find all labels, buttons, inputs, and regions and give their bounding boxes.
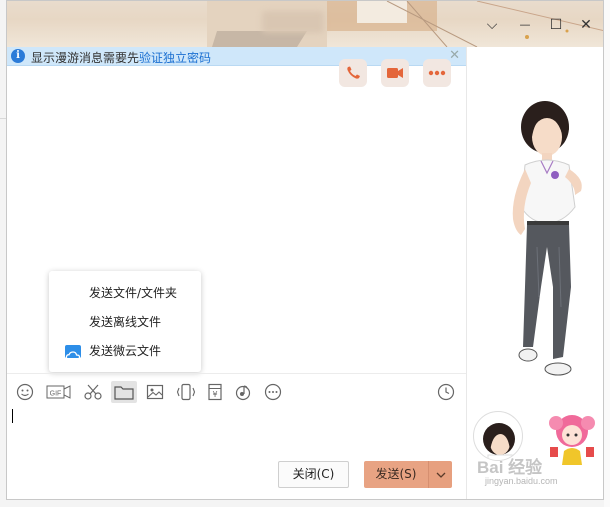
- verify-password-link[interactable]: 验证独立密码: [139, 51, 211, 65]
- music-icon[interactable]: [234, 383, 252, 401]
- menu-dropdown-icon[interactable]: ⌵: [485, 18, 499, 32]
- folder-icon: [114, 386, 134, 400]
- notice-message: 显示漫游消息需要先验证独立密码: [31, 49, 211, 66]
- send-file-button[interactable]: [111, 381, 137, 403]
- menu-item-send-weiyun-file[interactable]: 发送微云文件: [49, 338, 201, 364]
- red-packet-button[interactable]: ¥: [207, 383, 223, 401]
- gif-label: GIF: [50, 391, 62, 398]
- more-circle-icon[interactable]: [264, 383, 282, 401]
- menu-item-send-offline-file[interactable]: 发送离线文件: [49, 309, 201, 335]
- contact-name-blurred: [262, 11, 324, 33]
- message-input[interactable]: [7, 401, 466, 455]
- watermark-text: Bai 经验: [477, 458, 543, 477]
- menu-item-send-file-folder[interactable]: 发送文件/文件夹: [49, 280, 201, 306]
- send-button[interactable]: 发送(S): [364, 461, 428, 488]
- menu-item-label: 发送微云文件: [89, 344, 162, 358]
- desktop-bg-edge: [604, 0, 610, 507]
- mascot-sticker: [549, 415, 595, 465]
- menu-item-label: 发送离线文件: [89, 315, 162, 329]
- image-icon[interactable]: [146, 383, 164, 401]
- smiley-icon[interactable]: [16, 383, 34, 401]
- chevron-down-icon: [436, 472, 446, 478]
- yuan-label: ¥: [212, 390, 217, 399]
- menu-item-label: 发送文件/文件夹: [89, 286, 178, 300]
- close-button[interactable]: 关闭(C): [278, 461, 349, 488]
- close-icon[interactable]: ✕: [579, 18, 593, 32]
- gif-button[interactable]: GIF: [46, 383, 72, 401]
- notice-text: 显示漫游消息需要先: [31, 51, 140, 65]
- text-caret: [12, 409, 13, 423]
- gif-icon: GIF: [46, 385, 71, 399]
- scissors-icon[interactable]: [83, 383, 103, 401]
- chat-window: ⌵ — ☐ ✕ i 显示漫游消息需要先验证独立密码 ✕ 发送文件/文件夹 发送离…: [6, 0, 604, 500]
- clock-icon[interactable]: [437, 383, 455, 401]
- title-bar[interactable]: ⌵ — ☐ ✕: [7, 1, 603, 47]
- red-packet-icon: ¥: [208, 383, 222, 401]
- send-file-popup-menu: 发送文件/文件夹 发送离线文件 发送微云文件: [49, 271, 201, 372]
- shake-icon[interactable]: [176, 383, 196, 401]
- watermark-url: jingyan.baidu.com: [485, 476, 558, 486]
- send-options-button[interactable]: [428, 461, 452, 488]
- maximize-icon[interactable]: ☐: [549, 18, 563, 32]
- weiyun-cloud-icon: [65, 345, 81, 360]
- info-icon: i: [11, 49, 25, 63]
- minimize-icon[interactable]: —: [518, 18, 532, 32]
